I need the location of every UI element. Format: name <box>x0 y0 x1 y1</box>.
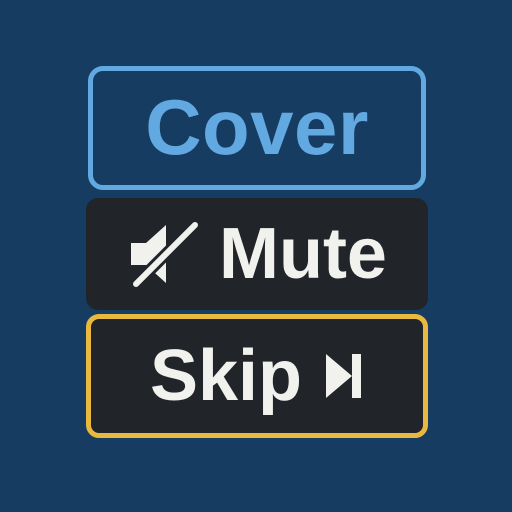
mute-button-label: Mute <box>219 214 387 294</box>
speaker-muted-icon <box>130 219 201 290</box>
cover-button[interactable]: Cover <box>88 66 426 190</box>
mute-button[interactable]: Mute <box>86 198 428 310</box>
skip-next-icon <box>326 354 362 398</box>
cover-button-label: Cover <box>145 83 369 171</box>
skip-button-label: Skip <box>149 336 303 416</box>
skip-button[interactable]: Skip <box>86 314 428 438</box>
